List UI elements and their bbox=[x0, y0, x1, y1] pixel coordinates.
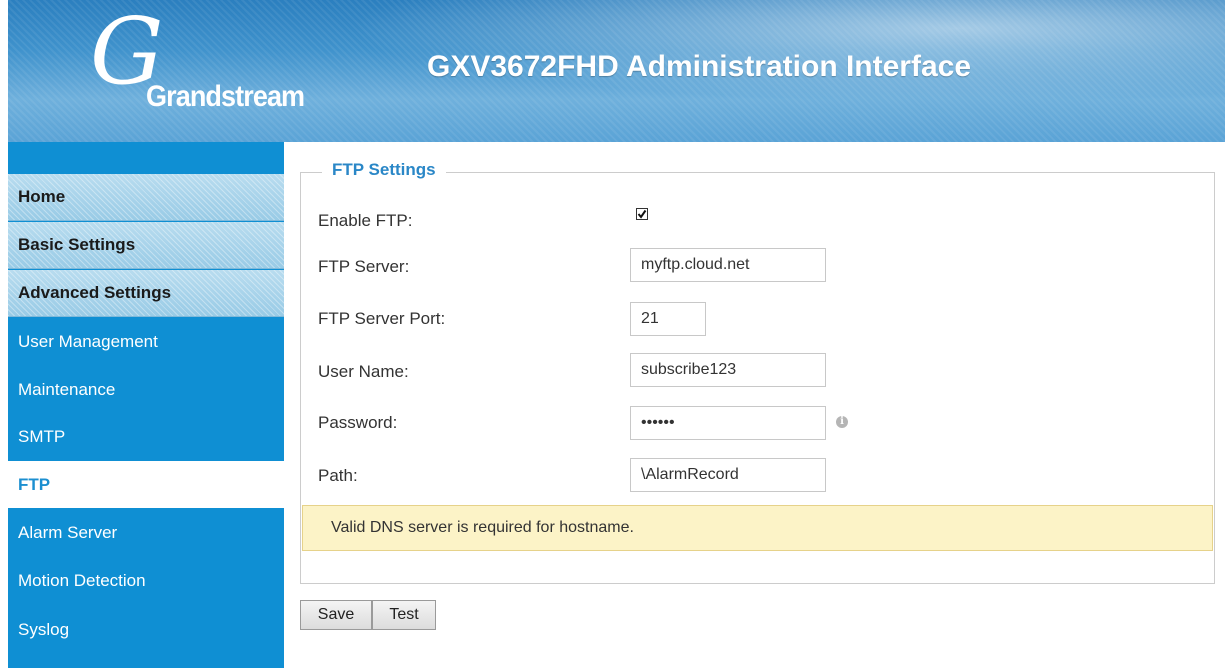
path-input[interactable] bbox=[630, 458, 826, 492]
ftp-server-port-label: FTP Server Port: bbox=[318, 309, 446, 328]
sidebar-item-home[interactable]: Home bbox=[8, 174, 284, 221]
sidebar-item-advanced-settings[interactable]: Advanced Settings bbox=[8, 270, 284, 317]
ftp-settings-legend: FTP Settings bbox=[322, 160, 446, 180]
sidebar-item-label: Syslog bbox=[18, 619, 70, 639]
ftp-server-input[interactable] bbox=[630, 248, 826, 282]
sidebar-item-alarm-server[interactable]: Alarm Server bbox=[8, 509, 284, 556]
sidebar-item-ftp[interactable]: FTP bbox=[8, 461, 284, 508]
sidebar-item-label: SMTP bbox=[18, 426, 66, 446]
logo-text: Grandstream bbox=[146, 80, 305, 113]
sidebar-item-smtp[interactable]: SMTP bbox=[8, 413, 284, 460]
sidebar-item-motion-detection[interactable]: Motion Detection bbox=[8, 557, 284, 604]
sidebar-item-syslog[interactable]: Syslog bbox=[8, 606, 284, 653]
header-banner: G Grandstream GXV3672FHD Administration … bbox=[8, 0, 1225, 142]
sidebar-item-label: Alarm Server bbox=[18, 522, 118, 542]
path-label: Path: bbox=[318, 466, 358, 485]
user-name-label: User Name: bbox=[318, 362, 409, 381]
enable-ftp-checkbox[interactable] bbox=[636, 208, 648, 220]
enable-ftp-label: Enable FTP: bbox=[318, 211, 413, 230]
sidebar-item-basic-settings[interactable]: Basic Settings bbox=[8, 222, 284, 269]
sidebar-item-label: FTP bbox=[18, 474, 51, 494]
test-button[interactable]: Test bbox=[372, 600, 436, 630]
sidebar-item-label: Motion Detection bbox=[18, 570, 146, 590]
sidebar-item-label: Basic Settings bbox=[18, 235, 136, 254]
checkmark-icon bbox=[637, 209, 647, 219]
save-button[interactable]: Save bbox=[300, 600, 372, 630]
sidebar-item-label: Maintenance bbox=[18, 379, 116, 399]
ftp-server-port-input[interactable] bbox=[630, 302, 706, 336]
notice-text: Valid DNS server is required for hostnam… bbox=[331, 519, 634, 536]
info-icon[interactable]: i bbox=[836, 416, 848, 428]
password-label: Password: bbox=[318, 413, 398, 432]
ftp-server-label: FTP Server: bbox=[318, 257, 410, 276]
sidebar-item-label: Home bbox=[18, 187, 66, 206]
dns-notice: Valid DNS server is required for hostnam… bbox=[302, 505, 1213, 551]
page-title: GXV3672FHD Administration Interface bbox=[427, 50, 972, 83]
sidebar-item-user-management[interactable]: User Management bbox=[8, 318, 284, 365]
sidebar: Home Basic Settings Advanced Settings Us… bbox=[8, 142, 284, 668]
sidebar-item-maintenance[interactable]: Maintenance bbox=[8, 366, 284, 413]
sidebar-item-label: Advanced Settings bbox=[18, 283, 172, 302]
sidebar-item-label: User Management bbox=[18, 331, 158, 351]
user-name-input[interactable] bbox=[630, 353, 826, 387]
grandstream-logo: G Grandstream bbox=[90, 6, 305, 132]
password-input[interactable] bbox=[630, 406, 826, 440]
